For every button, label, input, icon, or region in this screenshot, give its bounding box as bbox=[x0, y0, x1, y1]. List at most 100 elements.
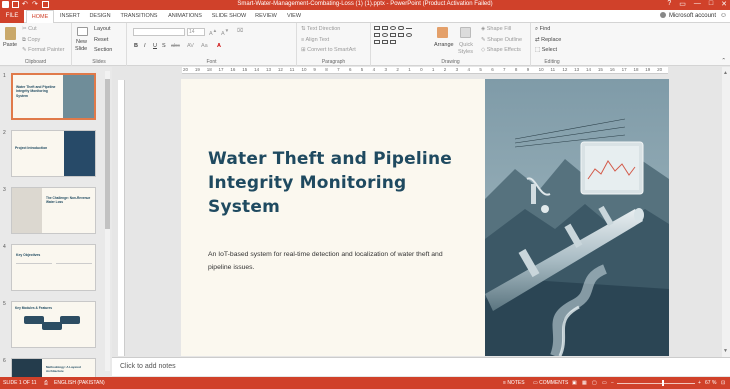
tab-review[interactable]: REVIEW bbox=[252, 10, 280, 23]
pipeline-illustration[interactable] bbox=[485, 79, 669, 356]
slide-thumbnail-4[interactable]: Key Objectives bbox=[11, 244, 96, 291]
shape-outline-button[interactable]: ✎ Shape Outline bbox=[481, 37, 522, 43]
arrange-icon[interactable] bbox=[437, 27, 448, 38]
bold-button[interactable]: B bbox=[134, 43, 138, 49]
font-name-combo[interactable] bbox=[133, 28, 185, 36]
quick-styles-button[interactable]: Quick bbox=[459, 42, 473, 48]
layout-button[interactable]: Layout bbox=[94, 26, 111, 32]
slide-thumbnail-5[interactable]: Key Modules & Features bbox=[11, 301, 96, 348]
workspace-scrollbar[interactable]: ▲ ▼ bbox=[722, 67, 730, 357]
text-direction-button[interactable]: ⇅ Text Direction bbox=[301, 26, 340, 32]
tab-transitions[interactable]: TRANSITIONS bbox=[117, 10, 161, 23]
tab-animations[interactable]: ANIMATIONS bbox=[164, 10, 206, 23]
shape-rect-icon[interactable] bbox=[374, 26, 380, 30]
character-spacing-button[interactable]: AV bbox=[187, 43, 194, 49]
shape-star-icon[interactable] bbox=[390, 40, 396, 44]
shape-triangle-icon[interactable] bbox=[390, 33, 396, 37]
normal-view-icon[interactable]: ▣ bbox=[572, 380, 577, 386]
new-slide-icon[interactable] bbox=[77, 27, 88, 36]
reset-button[interactable]: Reset bbox=[94, 37, 108, 43]
section-button[interactable]: Section bbox=[94, 47, 112, 53]
shrink-font-button[interactable]: A▼ bbox=[221, 28, 229, 37]
shape-line-icon[interactable] bbox=[406, 28, 412, 32]
grow-font-button[interactable]: A▲ bbox=[209, 28, 217, 37]
shape-bracket-icon[interactable] bbox=[374, 40, 380, 44]
new-slide-button[interactable]: New bbox=[76, 39, 87, 45]
find-button[interactable]: ⌕ Find bbox=[535, 26, 550, 33]
convert-smartart-button[interactable]: ⊞ Convert to SmartArt bbox=[301, 47, 356, 53]
zoom-slider[interactable] bbox=[617, 383, 695, 384]
text-shadow-button[interactable]: S bbox=[162, 43, 166, 49]
ribbon-display-button[interactable]: ▭ bbox=[679, 0, 686, 8]
replace-button[interactable]: ⇄ Replace bbox=[535, 37, 561, 43]
slide-thumbnail-2[interactable]: Project Introduction bbox=[11, 130, 96, 177]
shape-smiley-icon[interactable] bbox=[406, 33, 412, 37]
font-size-combo[interactable]: 14 bbox=[187, 28, 205, 36]
align-text-button[interactable]: ≡ Align Text bbox=[301, 37, 329, 43]
tab-file[interactable]: FILE bbox=[0, 10, 24, 23]
slide-thumbnail-6[interactable]: Methodology: A Layered Architecture bbox=[11, 358, 96, 377]
slideshow-icon[interactable]: ▭ bbox=[602, 380, 607, 386]
scroll-up-icon[interactable]: ▲ bbox=[723, 70, 728, 76]
new-slide-button-line2[interactable]: Slide bbox=[75, 46, 87, 52]
tab-slide-show[interactable]: SLIDE SHOW bbox=[208, 10, 250, 23]
help-button[interactable]: ? bbox=[667, 0, 671, 8]
slide-sorter-icon[interactable]: ▦ bbox=[582, 380, 587, 386]
strikethrough-button[interactable]: abc bbox=[171, 43, 180, 49]
notes-toggle[interactable]: ≡ NOTES bbox=[503, 380, 525, 386]
italic-button[interactable]: I bbox=[144, 43, 146, 49]
quick-styles-icon[interactable] bbox=[460, 27, 471, 38]
zoom-out-button[interactable]: − bbox=[611, 380, 614, 386]
shape-brace-icon[interactable] bbox=[382, 40, 388, 44]
zoom-in-button[interactable]: + bbox=[698, 380, 701, 386]
fit-slide-icon[interactable]: ⊡ bbox=[721, 380, 725, 386]
slide-canvas[interactable]: Water Theft and Pipeline Integrity Monit… bbox=[181, 79, 669, 356]
slide-thumbnail-3[interactable]: The Challenge: Non-Revenue Water Loss bbox=[11, 187, 96, 234]
paste-button[interactable]: Paste bbox=[3, 42, 17, 48]
zoom-level[interactable]: 67 % bbox=[705, 380, 716, 386]
shape-fill-button[interactable]: ◈ Shape Fill bbox=[481, 26, 511, 32]
arrange-button[interactable]: Arrange bbox=[434, 42, 454, 48]
shape-oval-icon[interactable] bbox=[390, 26, 396, 30]
clear-formatting-icon[interactable]: ⌧ bbox=[237, 28, 243, 34]
notes-pane[interactable]: Click to add notes bbox=[112, 357, 730, 376]
comments-toggle[interactable]: ▭ COMMENTS bbox=[533, 380, 568, 386]
proofing-icon[interactable]: ⎙ bbox=[44, 380, 48, 386]
reading-view-icon[interactable]: ▢ bbox=[592, 380, 597, 386]
cut-button[interactable]: ✂ Cut bbox=[22, 26, 37, 32]
slide-subtitle[interactable]: An IoT-based system for real-time detect… bbox=[208, 248, 466, 274]
tab-design[interactable]: DESIGN bbox=[85, 10, 115, 23]
copy-button[interactable]: ⧉ Copy bbox=[22, 37, 40, 44]
select-button[interactable]: ⬚ Select bbox=[535, 47, 557, 53]
slide-title[interactable]: Water Theft and Pipeline Integrity Monit… bbox=[208, 147, 468, 219]
tab-view[interactable]: VIEW bbox=[282, 10, 306, 23]
thumbnail-scrollbar-thumb[interactable] bbox=[105, 79, 110, 229]
format-painter-button[interactable]: ✎ Format Painter bbox=[22, 47, 65, 53]
scroll-down-icon[interactable]: ▼ bbox=[723, 348, 728, 354]
shape-rounded-rect-icon[interactable] bbox=[398, 26, 404, 30]
account-button[interactable]: Microsoft account bbox=[660, 10, 716, 23]
feedback-smiley-icon[interactable]: ☺ bbox=[720, 12, 727, 19]
tab-insert[interactable]: INSERT bbox=[56, 10, 84, 23]
ruler-mark: 19 bbox=[645, 67, 651, 72]
shape-rect2-icon[interactable] bbox=[382, 26, 388, 30]
quick-styles-button-line2[interactable]: Styles bbox=[458, 49, 473, 55]
paste-icon[interactable] bbox=[5, 27, 16, 40]
zoom-slider-thumb[interactable] bbox=[662, 380, 664, 386]
minimize-button[interactable]: — bbox=[694, 0, 701, 8]
shape-effects-button[interactable]: ◇ Shape Effects bbox=[481, 47, 521, 53]
thumbnail-scrollbar[interactable] bbox=[105, 71, 110, 371]
underline-button[interactable]: U bbox=[153, 43, 157, 49]
language-indicator[interactable]: ENGLISH (PAKISTAN) bbox=[54, 380, 105, 386]
collapse-ribbon-icon[interactable]: ⌃ bbox=[721, 58, 726, 64]
change-case-button[interactable]: Aa bbox=[201, 43, 208, 49]
font-color-button[interactable]: A bbox=[217, 43, 221, 49]
close-button[interactable]: ✕ bbox=[721, 0, 727, 8]
notes-placeholder[interactable]: Click to add notes bbox=[120, 363, 176, 370]
shape-circle-icon[interactable] bbox=[382, 33, 388, 37]
shape-textbox-icon[interactable] bbox=[374, 33, 380, 37]
shape-arrow-icon[interactable] bbox=[398, 33, 404, 37]
maximize-button[interactable]: □ bbox=[709, 0, 713, 8]
tab-home[interactable]: HOME bbox=[26, 10, 54, 23]
slide-thumbnail-1[interactable]: Water Theft and Pipeline Integrity Monit… bbox=[11, 73, 96, 120]
